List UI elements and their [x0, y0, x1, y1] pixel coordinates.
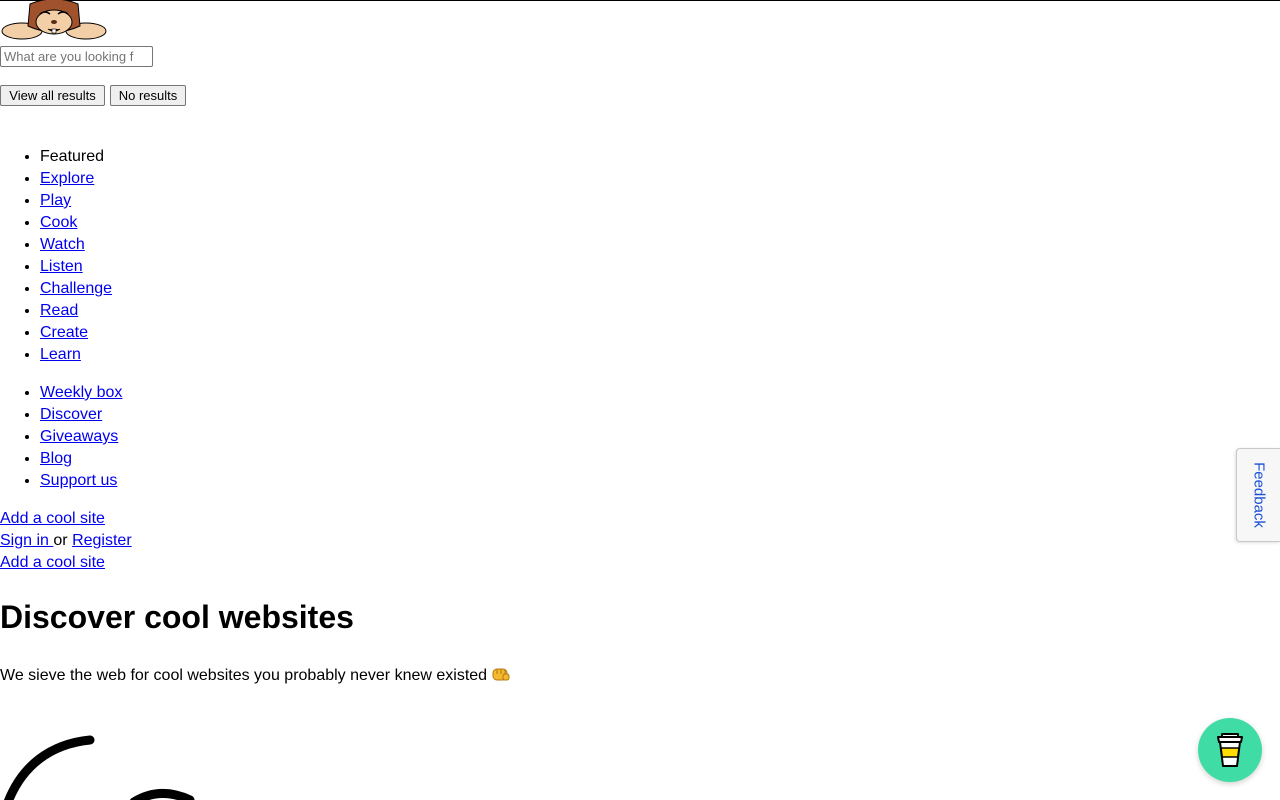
- nav-link-play[interactable]: Play: [40, 192, 71, 209]
- nav-link-giveaways[interactable]: Giveaways: [40, 428, 118, 445]
- nav-label-featured: Featured: [40, 148, 105, 165]
- chipmunk-mascot-logo: [1, 0, 107, 40]
- feedback-tab[interactable]: Feedback: [1236, 448, 1280, 542]
- feedback-label: Feedback: [1250, 462, 1267, 528]
- tagline-text: We sieve the web for cool websites you p…: [0, 667, 488, 684]
- nav-link-create[interactable]: Create: [40, 324, 88, 341]
- buy-me-a-coffee-button[interactable]: [1198, 718, 1262, 782]
- nav-link-discover[interactable]: Discover: [40, 406, 102, 423]
- nav-item-watch: Watch: [40, 234, 112, 256]
- top-border: [0, 0, 1280, 1]
- auth-links: Sign in or Register: [0, 530, 132, 552]
- no-results-button[interactable]: No results: [110, 85, 186, 106]
- nav-item-giveaways: Giveaways: [40, 426, 122, 448]
- search-input[interactable]: [0, 46, 153, 67]
- nav-link-blog[interactable]: Blog: [40, 450, 72, 467]
- nav-link-support-us[interactable]: Support us: [40, 472, 117, 489]
- nav-item-cook: Cook: [40, 212, 112, 234]
- nav-item-learn: Learn: [40, 344, 112, 366]
- secondary-nav: Weekly box Discover Giveaways Blog Suppo…: [0, 382, 122, 492]
- nav-item-listen: Listen: [40, 256, 112, 278]
- coffee-cup-icon: [1217, 733, 1243, 767]
- page-title: Discover cool websites: [0, 599, 354, 635]
- nav-link-explore[interactable]: Explore: [40, 170, 94, 187]
- tagline: We sieve the web for cool websites you p…: [0, 665, 511, 687]
- hero-illustration: [0, 730, 260, 800]
- add-cool-site-link-secondary[interactable]: Add a cool site: [0, 552, 105, 574]
- nav-item-challenge: Challenge: [40, 278, 112, 300]
- nav-link-learn[interactable]: Learn: [40, 346, 81, 363]
- nav-link-read[interactable]: Read: [40, 302, 78, 319]
- nav-item-read: Read: [40, 300, 112, 322]
- sign-in-link[interactable]: Sign in: [0, 532, 53, 549]
- nav-item-explore: Explore: [40, 168, 112, 190]
- nav-item-support-us: Support us: [40, 470, 122, 492]
- register-link[interactable]: Register: [72, 532, 132, 549]
- add-cool-site-link[interactable]: Add a cool site: [0, 508, 105, 530]
- nav-item-weekly-box: Weekly box: [40, 382, 122, 404]
- nav-item-featured: Featured: [40, 146, 112, 168]
- nav-link-challenge[interactable]: Challenge: [40, 280, 112, 297]
- nav-item-blog: Blog: [40, 448, 122, 470]
- fist-bump-emoji-icon: [491, 665, 511, 683]
- nav-link-listen[interactable]: Listen: [40, 258, 83, 275]
- site-logo[interactable]: [0, 0, 108, 40]
- nav-item-create: Create: [40, 322, 112, 344]
- nav-link-cook[interactable]: Cook: [40, 214, 77, 231]
- view-all-results-button[interactable]: View all results: [0, 85, 105, 106]
- category-nav: Featured Explore Play Cook Watch Listen …: [0, 146, 112, 366]
- or-text: or: [53, 532, 68, 549]
- nav-link-watch[interactable]: Watch: [40, 236, 85, 253]
- nav-item-play: Play: [40, 190, 112, 212]
- nav-link-weekly-box[interactable]: Weekly box: [40, 384, 122, 401]
- nav-item-discover: Discover: [40, 404, 122, 426]
